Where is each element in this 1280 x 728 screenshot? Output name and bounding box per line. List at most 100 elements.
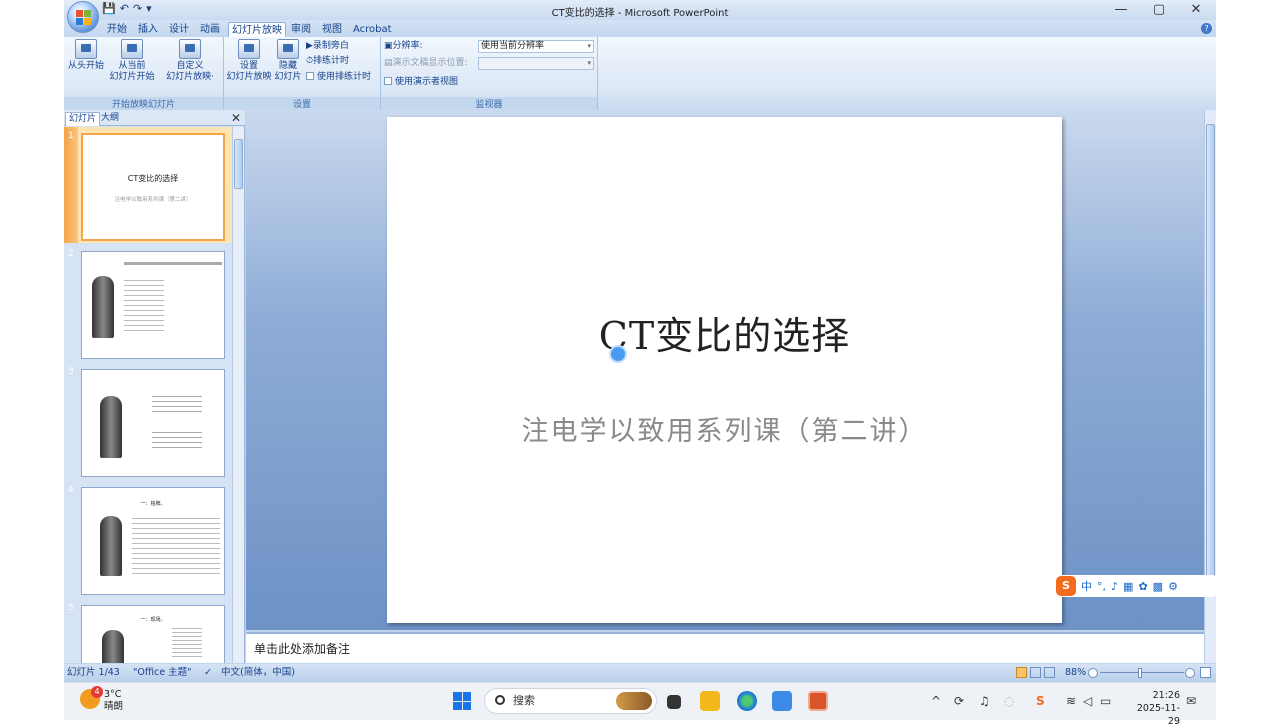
slide-subtitle[interactable]: 注电学以致用系列课（第二讲）: [387, 409, 1062, 448]
weather-badge: 4: [91, 686, 103, 698]
slide-thumbnail-3[interactable]: 3: [64, 363, 232, 479]
edge-icon[interactable]: [737, 691, 757, 711]
file-explorer-icon[interactable]: [700, 691, 720, 711]
microphone-icon: ▶: [306, 41, 313, 51]
setup-icon: [238, 39, 260, 59]
group-monitors: ▣分辨率: 使用当前分辨率 ▾ ▤演示文稿显示位置: ▾ 使用演示者视图 监视器: [381, 37, 598, 110]
windows-start-icon[interactable]: [453, 692, 471, 710]
custom-show-icon: [179, 39, 201, 59]
view-buttons: [1016, 667, 1060, 679]
transformer-image: [92, 276, 114, 338]
monitor-icon: ▣: [384, 41, 393, 51]
wifi-icon[interactable]: ≋: [1066, 694, 1076, 708]
zoom-in-icon[interactable]: [1185, 668, 1195, 678]
ime-keyboard-icon[interactable]: ▦: [1123, 580, 1133, 593]
slide-thumbnail-5[interactable]: 5 一：现场。: [64, 599, 232, 663]
presenter-view-checkbox[interactable]: 使用演示者视图: [384, 76, 458, 88]
tab-design[interactable]: 设计: [166, 22, 192, 37]
close-button[interactable]: ✕: [1179, 1, 1213, 19]
from-beginning-button[interactable]: 从头开始: [66, 39, 106, 72]
cursor-indicator-icon: [609, 345, 627, 363]
normal-view-icon[interactable]: [1016, 667, 1027, 678]
weather-widget[interactable]: 3°C 晴朗: [104, 689, 123, 713]
taskbar-search[interactable]: 搜索: [484, 688, 657, 714]
display-icon: ▤: [384, 58, 393, 68]
tab-home[interactable]: 开始: [104, 22, 130, 37]
minimize-button[interactable]: —: [1104, 1, 1138, 19]
zoom-level[interactable]: 88%: [1065, 664, 1086, 682]
slideshow-view-icon[interactable]: [1044, 667, 1055, 678]
fit-to-window-icon[interactable]: [1200, 667, 1211, 678]
slide-title[interactable]: CT变比的选择: [387, 305, 1062, 360]
rehearse-timings-button[interactable]: ⏱排练计时: [306, 55, 349, 67]
office-button[interactable]: [67, 1, 99, 33]
slide-counter: 幻灯片 1/43: [67, 667, 120, 678]
tab-insert[interactable]: 插入: [135, 22, 161, 37]
show-on-select[interactable]: ▾: [478, 57, 594, 70]
tray-sogou-icon[interactable]: S: [1036, 694, 1045, 708]
group-start-slideshow: 从头开始 从当前 幻灯片开始 自定义 幻灯片放映· 开始放映幻灯片: [64, 37, 224, 110]
taskbar: 4 3°C 晴朗 搜索 ^ ⟳ ♫ ◌ S ≋ ◁ ▭ 21:26 2025-1…: [64, 682, 1216, 727]
custom-slideshow-button[interactable]: 自定义 幻灯片放映·: [160, 39, 220, 83]
close-pane-icon[interactable]: ✕: [231, 111, 241, 125]
tab-outline[interactable]: 大纲: [98, 112, 122, 126]
from-current-button[interactable]: 从当前 幻灯片开始: [108, 39, 156, 83]
zoom-slider[interactable]: [1100, 672, 1184, 673]
resolution-label: ▣分辨率:: [384, 41, 423, 51]
setup-slideshow-button[interactable]: 设置 幻灯片放映: [226, 39, 272, 83]
play-from-start-icon: [75, 39, 97, 59]
current-slide[interactable]: CT变比的选择 注电学以致用系列课（第二讲）: [387, 117, 1062, 623]
slide-thumbnail-2[interactable]: 2: [64, 245, 232, 361]
play-from-current-icon: [121, 39, 143, 59]
record-narration-button[interactable]: ▶录制旁白: [306, 40, 349, 52]
ime-settings-icon[interactable]: ⚙: [1168, 580, 1178, 593]
system-clock[interactable]: 21:26 2025-11-29: [1130, 689, 1180, 728]
thumbnails-scrollbar[interactable]: [232, 127, 244, 663]
ribbon: 从头开始 从当前 幻灯片开始 自定义 幻灯片放映· 开始放映幻灯片 设置 幻灯片…: [64, 37, 1216, 110]
transformer-image: [100, 516, 122, 576]
show-on-label: ▤演示文稿显示位置:: [384, 58, 468, 68]
language-indicator[interactable]: 中文(简体，中国): [221, 664, 295, 682]
tab-animations[interactable]: 动画: [197, 22, 223, 37]
slide-sorter-icon[interactable]: [1030, 667, 1041, 678]
sogou-logo-icon[interactable]: S: [1056, 576, 1076, 596]
tab-review[interactable]: 审阅: [288, 22, 314, 37]
tray-sync-icon[interactable]: ⟳: [954, 694, 964, 708]
battery-icon[interactable]: ▭: [1100, 694, 1111, 708]
app-icon[interactable]: [772, 691, 792, 711]
slide-thumbnails: 1 CT变比的选择 注电学以致用系列课（第二讲） 2 3 4 一：铭牌。 5 一…: [64, 127, 232, 663]
ime-punctuation-toggle[interactable]: °,: [1097, 580, 1106, 593]
tray-app-icon[interactable]: ◌: [1004, 694, 1014, 708]
hide-slide-button[interactable]: 隐藏 幻灯片: [272, 39, 304, 83]
hide-slide-icon: [277, 39, 299, 59]
tab-slideshow[interactable]: 幻灯片放映: [228, 22, 286, 37]
zoom-out-icon[interactable]: [1088, 668, 1098, 678]
volume-icon[interactable]: ◁: [1083, 694, 1092, 708]
search-icon: [495, 695, 505, 705]
slide-thumbnail-4[interactable]: 4 一：铭牌。: [64, 481, 232, 597]
tray-overflow-icon[interactable]: ^: [931, 694, 941, 708]
task-view-icon[interactable]: [667, 695, 681, 709]
notes-pane[interactable]: 单击此处添加备注: [246, 632, 1204, 663]
tab-slides[interactable]: 幻灯片: [65, 112, 101, 126]
tab-view[interactable]: 视图: [319, 22, 345, 37]
help-icon[interactable]: ?: [1201, 23, 1212, 34]
ime-mode-toggle[interactable]: 中: [1081, 578, 1092, 594]
resolution-select[interactable]: 使用当前分辨率 ▾: [478, 40, 594, 53]
use-rehearsed-timings-checkbox[interactable]: 使用排练计时: [306, 71, 371, 83]
ime-skin-icon[interactable]: ✿: [1138, 580, 1147, 593]
chevron-down-icon: ▾: [587, 42, 591, 50]
zoom-slider-thumb[interactable]: [1138, 668, 1142, 678]
status-bar: 幻灯片 1/43 "Office 主题" ✓ 中文(简体，中国) 88%: [64, 664, 1216, 682]
spellcheck-icon[interactable]: ✓: [204, 664, 212, 682]
tray-mic-icon[interactable]: ♫: [979, 694, 990, 708]
ime-toolbox-icon[interactable]: ▩: [1153, 580, 1163, 593]
notification-icon[interactable]: ✉: [1186, 694, 1196, 708]
tab-acrobat[interactable]: Acrobat: [350, 22, 395, 37]
powerpoint-taskbar-icon[interactable]: [808, 691, 828, 711]
ime-voice-icon[interactable]: ♪: [1111, 580, 1118, 593]
chevron-down-icon: ▾: [587, 59, 591, 67]
slides-pane: 幻灯片 大纲 ✕ 1 CT变比的选择 注电学以致用系列课（第二讲） 2 3 4 …: [64, 110, 245, 663]
restore-button[interactable]: ▢: [1142, 1, 1176, 19]
slide-thumbnail-1[interactable]: 1 CT变比的选择 注电学以致用系列课（第二讲）: [64, 127, 232, 243]
